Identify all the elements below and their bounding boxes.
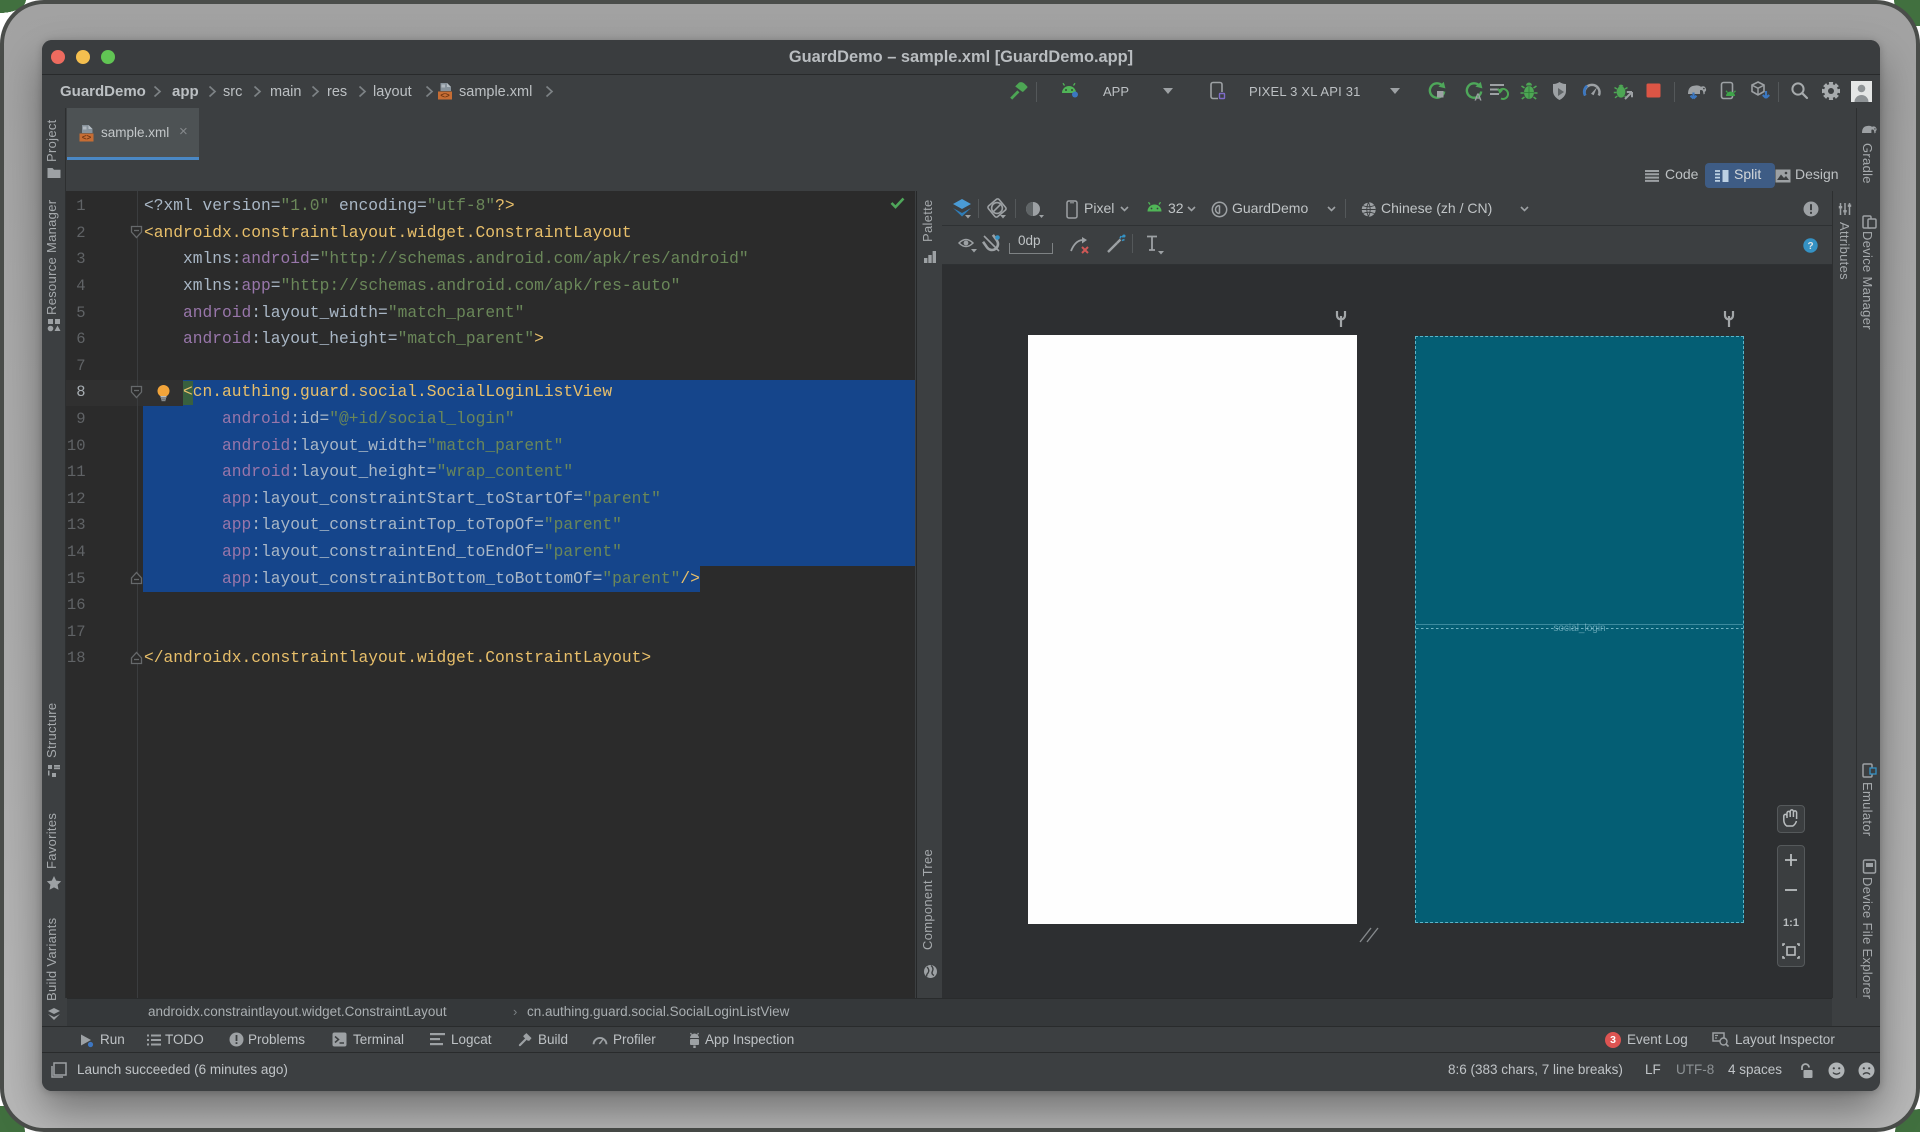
svg-text:1:1: 1:1 bbox=[1783, 917, 1799, 929]
svg-text:<>: <> bbox=[440, 91, 450, 100]
svg-text:<>: <> bbox=[82, 133, 92, 142]
svg-text:A: A bbox=[1474, 92, 1482, 102]
svg-text:?: ? bbox=[1807, 241, 1813, 252]
